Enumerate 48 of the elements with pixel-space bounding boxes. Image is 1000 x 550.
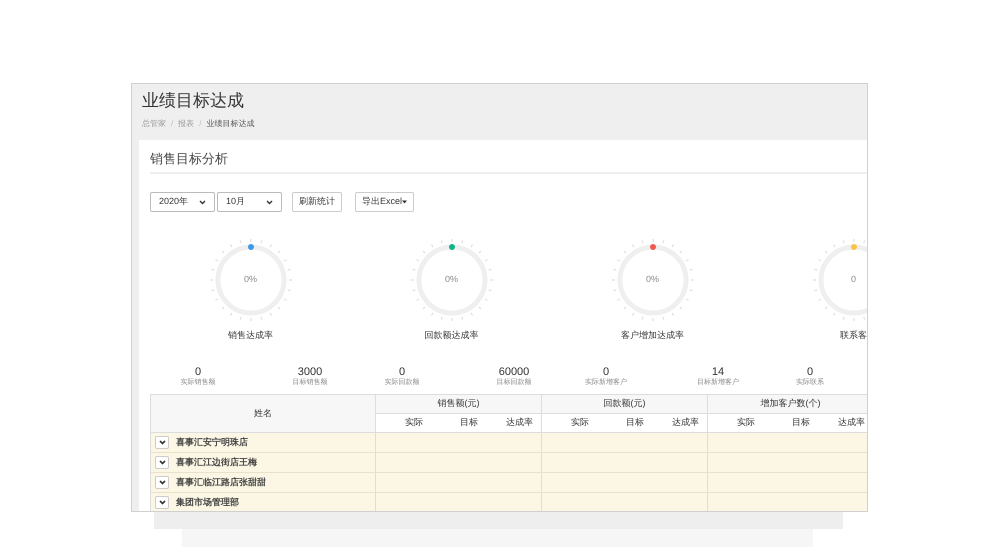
table-header-cell-text: 实际 bbox=[736, 416, 756, 430]
stat-value: 0 bbox=[398, 366, 406, 378]
card-title: 销售目标分析 bbox=[150, 150, 228, 168]
refresh-button[interactable]: 刷新统计 bbox=[292, 192, 342, 212]
table-header-cell-text: 达成率 bbox=[505, 416, 534, 430]
expand-button[interactable] bbox=[155, 436, 169, 449]
gauge-reading: 0% bbox=[444, 273, 458, 286]
breadcrumb-current: 业绩目标达成 bbox=[206, 119, 254, 129]
gauge-label: 客户增加达成率 bbox=[621, 329, 684, 341]
table-header-cell-text: 达成率 bbox=[837, 416, 866, 430]
gauge-reading: 0 bbox=[850, 273, 856, 286]
row-name: 喜事汇临江路店张甜甜 bbox=[176, 476, 266, 489]
export-button[interactable]: 导出Excel bbox=[355, 192, 414, 212]
expand-button[interactable] bbox=[155, 496, 169, 509]
stat-value: 3000 bbox=[298, 366, 322, 378]
stat-value: 0 bbox=[194, 366, 202, 378]
row-name: 集团市场管理部 bbox=[176, 496, 239, 509]
select-field[interactable]: 2020年 bbox=[150, 192, 215, 212]
row-name: 喜事汇安宁明珠店 bbox=[176, 436, 248, 449]
table-header-cell-text: 实际 bbox=[404, 416, 424, 430]
chevron-down-icon bbox=[199, 200, 206, 204]
gauge-label: 回款额达成率 bbox=[424, 329, 478, 341]
page-title: 业绩目标达成 bbox=[142, 90, 244, 112]
table-header-cell-text: 达成率 bbox=[671, 416, 700, 430]
caret-icon bbox=[402, 200, 408, 204]
stat-value: 0 bbox=[602, 366, 610, 378]
chevron-down-icon bbox=[158, 440, 166, 445]
gauge-reading: 0% bbox=[244, 273, 257, 286]
chevron-down-icon bbox=[266, 200, 273, 204]
chevron-down-icon bbox=[158, 480, 166, 485]
breadcrumb-separator: / bbox=[171, 119, 174, 129]
gauge-label: 销售达成率 bbox=[228, 329, 273, 341]
row-name: 喜事汇江边街店王梅 bbox=[176, 456, 257, 469]
gauge-reading: 0% bbox=[646, 273, 659, 286]
stat-value: 0 bbox=[806, 366, 814, 378]
chevron-down-icon bbox=[158, 460, 166, 465]
table-header-cell-text: 实际 bbox=[570, 416, 590, 430]
table-header-cell-text: 目标 bbox=[791, 416, 811, 430]
table-header-cell-text: 目标 bbox=[459, 416, 479, 430]
expand-button[interactable] bbox=[155, 456, 169, 469]
gauge-label: 联系客 bbox=[840, 329, 867, 341]
stat-value: 60000 bbox=[498, 366, 530, 378]
expand-button[interactable] bbox=[155, 476, 169, 489]
stat-value: 14 bbox=[712, 366, 724, 378]
table-header-cell-text: 目标 bbox=[625, 416, 645, 430]
select-field[interactable]: 10月 bbox=[217, 192, 282, 212]
chevron-down-icon bbox=[158, 500, 166, 505]
breadcrumb-separator: / bbox=[199, 119, 202, 129]
